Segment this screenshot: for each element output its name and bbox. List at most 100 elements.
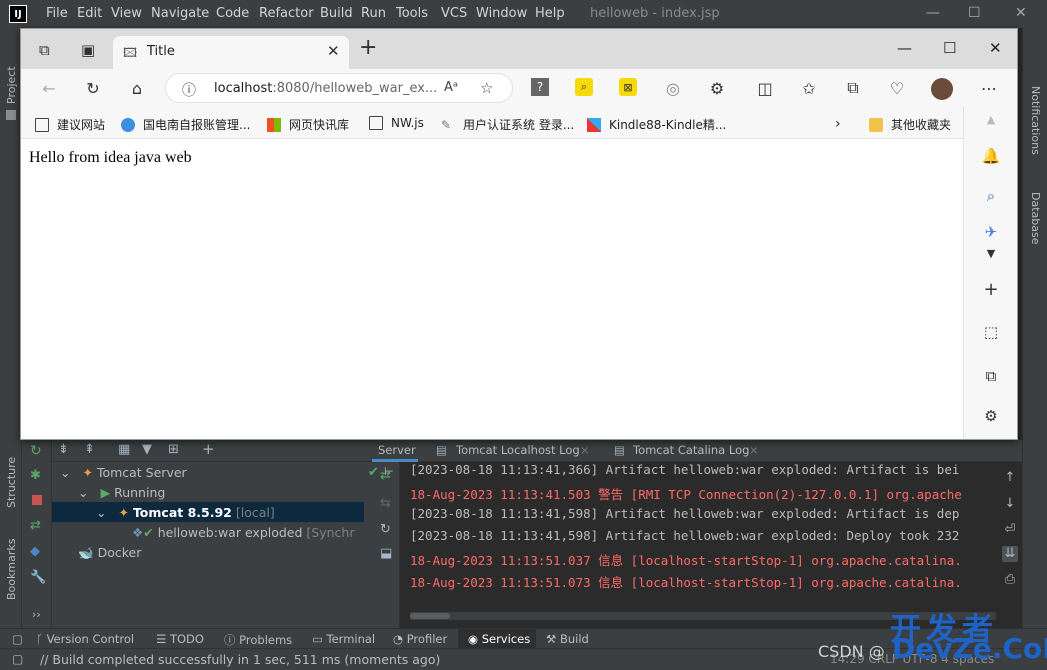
redeploy-icon[interactable]: ⇄ [380,468,391,483]
bookmark-item[interactable]: 建议网站 [35,116,105,133]
wrench-icon[interactable]: 🔧 [30,570,46,585]
stop-icon[interactable] [32,495,42,505]
minimize-icon[interactable]: — [897,39,912,57]
bookmark-item[interactable]: NW.js [369,116,424,130]
update-icon[interactable]: ⇄ [30,518,41,533]
tab-services[interactable]: ◉ Services [468,632,530,646]
refresh-icon[interactable]: ↻ [83,78,103,98]
open-browser-icon[interactable]: ⬓ [380,546,392,561]
project-tool-button[interactable]: Project [5,66,18,104]
help-extension-icon[interactable]: ? [531,78,549,96]
address-bar[interactable]: ⓘ localhost:8080/helloweb_war_ex... A͏ᵃ … [165,73,513,103]
tab-server[interactable]: Server [378,443,416,457]
minimize-icon[interactable]: — [926,5,940,21]
scroll-to-end-icon[interactable]: ⇊ [1002,546,1018,562]
panel-toggle-icon[interactable]: ▢ [12,652,23,666]
close-tab-icon[interactable]: × [749,443,759,457]
refresh-icon[interactable]: ↻ [380,522,391,537]
database-tool-button[interactable]: Database [1029,192,1042,245]
menu-refactor[interactable]: Refactor [259,6,314,21]
notifications-tool-button[interactable]: Notifications [1029,86,1042,155]
soft-wrap-icon[interactable]: ⏎ [1002,522,1018,538]
tab-tomcat-catalina-log[interactable]: Tomcat Catalina Log [633,443,749,457]
tree-row-artifact[interactable]: ❖✔ helloweb:war exploded [Synchr [132,523,355,543]
browser-tab[interactable]: 🖾 Title ✕ [113,36,349,69]
new-tab-icon[interactable]: ⊞ [168,442,179,457]
close-icon[interactable]: ✕ [989,39,1002,57]
scrollbar-thumb[interactable] [410,613,450,619]
more-bookmarks-chevron-icon[interactable]: › [835,116,841,132]
menu-build[interactable]: Build [320,6,353,21]
tab-profiler[interactable]: ◔ Profiler [393,632,447,646]
favorites-icon[interactable]: ✩ [799,78,819,98]
print-icon[interactable]: ⎙ [1002,572,1018,588]
performance-icon[interactable]: ♡ [887,78,907,98]
add-sidebar-app-icon[interactable]: + [981,279,1001,300]
up-arrow-icon[interactable]: ↑ [1002,470,1018,486]
close-tab-icon[interactable]: ✕ [327,42,340,60]
menu-run[interactable]: Run [361,6,386,21]
close-icon[interactable]: ✕ [1015,5,1027,21]
menu-help[interactable]: Help [535,6,565,21]
collections-icon[interactable]: ⧉ [843,78,863,98]
console-log[interactable]: [2023-08-18 11:13:41,366] Artifact hello… [410,462,996,620]
tab-terminal[interactable]: ▭ Terminal [312,632,375,646]
workspaces-icon[interactable]: ⧉ [39,41,50,59]
favorite-star-icon[interactable]: ☆ [480,79,493,97]
more-menu-icon[interactable]: ⋯ [979,78,999,98]
home-icon[interactable]: ⌂ [127,78,147,98]
open-external-icon[interactable]: ⧉ [981,367,1001,387]
split-screen-icon[interactable]: ◫ [755,78,775,98]
tree-row-docker[interactable]: 🐋 Docker [78,543,141,563]
settings-gear-icon[interactable]: ⚙ [981,407,1001,427]
rerun-icon[interactable]: ↻ [30,443,42,459]
filter-icon[interactable]: ▼ [142,442,152,457]
search-extension-icon[interactable]: ⌕ [575,78,593,96]
menu-code[interactable]: Code [216,6,249,21]
screenshot-icon[interactable]: ⬚ [981,323,1001,343]
tab-version-control[interactable]: ᚴ Version Control [36,632,134,646]
copilot-extension-icon[interactable]: ◎ [663,78,683,98]
menu-window[interactable]: Window [476,6,527,21]
translate-extension-icon[interactable]: ⊠ [619,78,637,96]
toggle-panel-icon[interactable]: ▢ [12,632,23,646]
collapse-all-icon[interactable]: ⇞ [84,442,95,457]
shopping-icon[interactable]: ✈ [981,223,1001,243]
menu-file[interactable]: File [46,6,68,21]
tree-row-running[interactable]: ⌄ ▶ Running [78,483,165,503]
down-arrow-icon[interactable]: ↓ [1002,496,1018,512]
bookmark-item[interactable]: ✎ 用户认证系统 登录... [441,116,574,133]
profile-avatar[interactable] [931,78,953,100]
menu-navigate[interactable]: Navigate [151,6,209,21]
maximize-icon[interactable]: ☐ [968,5,981,21]
bookmark-item[interactable]: 国电南自报账管理... [121,116,250,133]
deploy-icon[interactable]: ◆ [30,544,40,559]
bookmarks-tool-button[interactable]: Bookmarks [5,539,18,600]
tree-row-tomcat-instance[interactable]: ⌄ ✦ Tomcat 8.5.92 [local] [96,503,275,523]
read-aloud-icon[interactable]: A͏ᵃ [444,80,458,95]
more-icon[interactable]: ›› [32,608,41,621]
tab-actions-icon[interactable]: ▣ [81,41,95,59]
tree-row-tomcat-server[interactable]: ⌄ ✦ Tomcat Server [60,463,187,483]
tab-build[interactable]: ⚒ Build [546,632,589,646]
extensions-icon[interactable]: ⚙ [707,78,727,98]
add-service-icon[interactable]: + [202,440,215,458]
tab-problems[interactable]: ⓘ Problems [224,632,292,648]
search-icon[interactable]: ⌕ [981,187,1001,207]
new-tab-icon[interactable]: + [359,37,377,59]
bookmark-item[interactable]: Kindle88-Kindle精... [587,116,726,133]
info-icon[interactable]: ⓘ [182,80,196,100]
scroll-up-icon[interactable]: ▲ [981,113,1001,133]
group-icon[interactable]: ▦ [118,442,130,457]
maximize-icon[interactable]: ☐ [943,39,956,57]
menu-tools[interactable]: Tools [396,6,428,21]
tab-tomcat-localhost-log[interactable]: Tomcat Localhost Log [456,443,580,457]
expand-all-icon[interactable]: ⇟ [58,442,69,457]
debug-icon[interactable]: ✱ [30,468,41,483]
undeploy-icon[interactable]: ⇆ [380,496,391,511]
scroll-down-icon[interactable]: ▼ [981,247,1001,267]
notification-bell-icon[interactable]: 🔔 [981,147,1001,167]
other-bookmarks[interactable]: 其他收藏夹 [869,116,951,133]
menu-view[interactable]: View [111,6,142,21]
menu-vcs[interactable]: VCS [441,6,467,21]
